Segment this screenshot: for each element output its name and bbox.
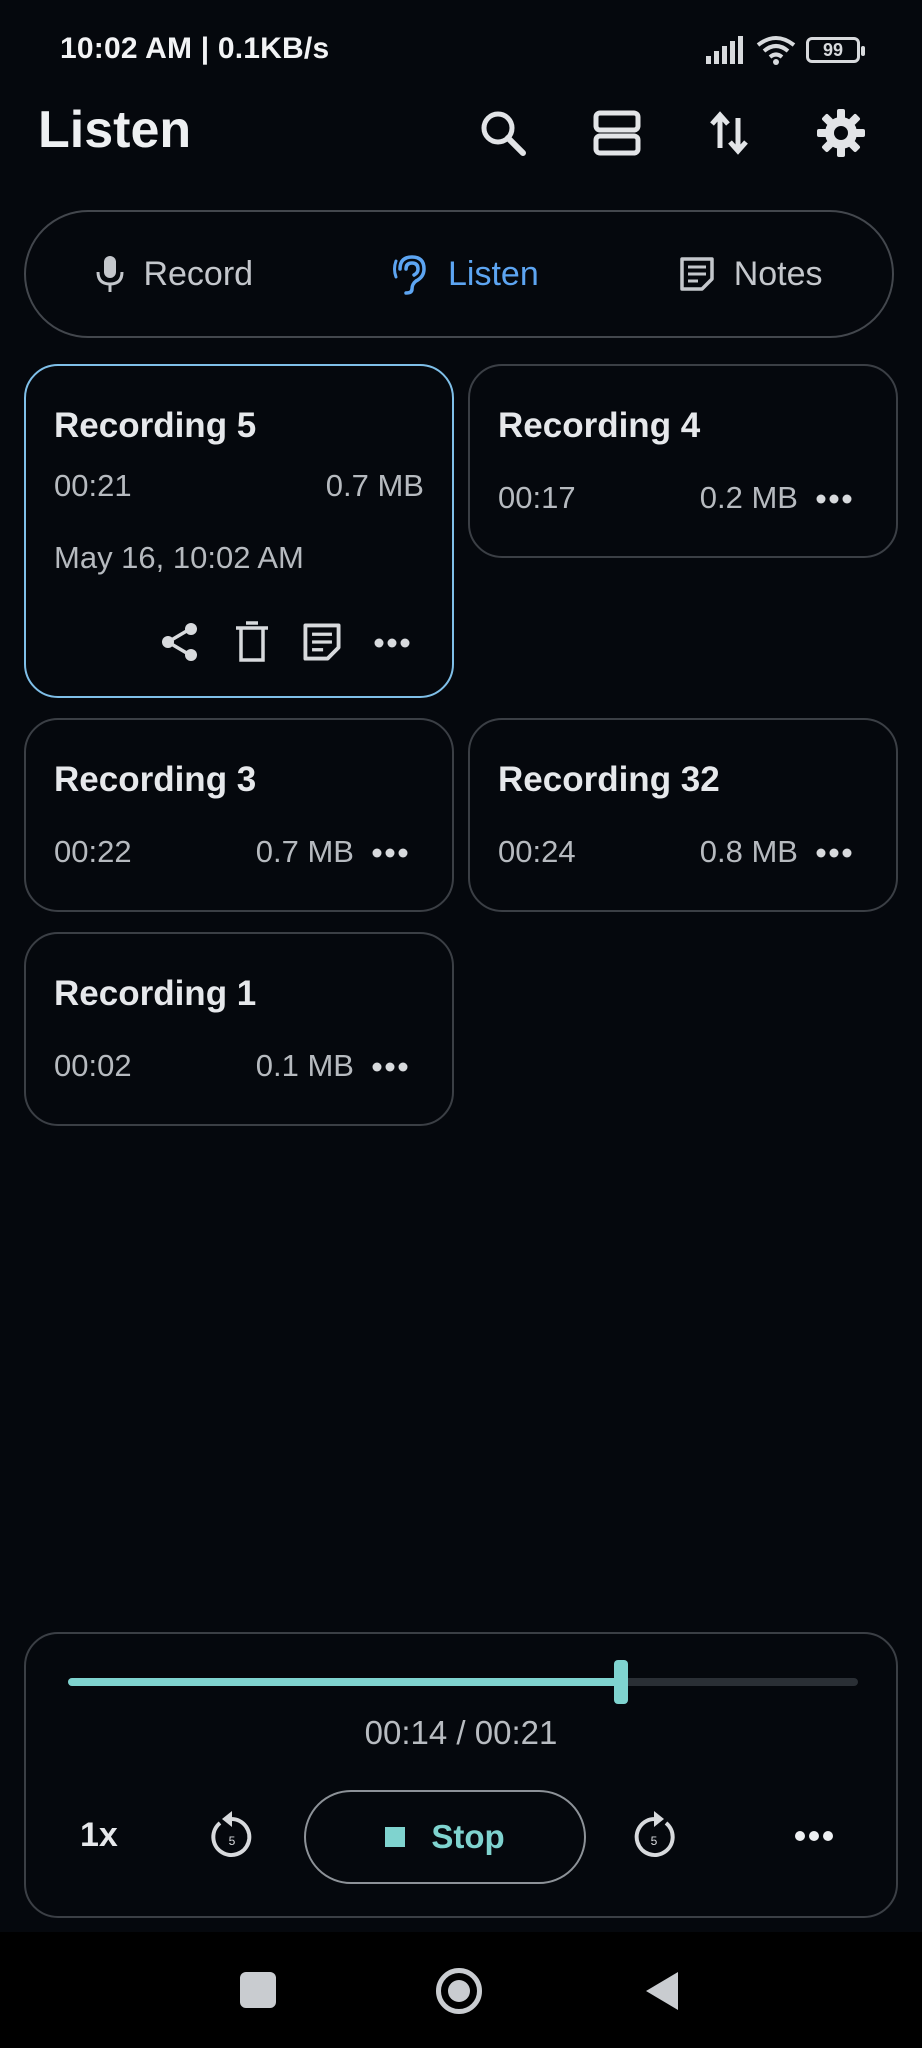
recording-card[interactable]: Recording 1 00:02 0.1 MB xyxy=(24,932,454,1126)
recording-card[interactable]: Recording 32 00:24 0.8 MB xyxy=(468,718,898,912)
recording-size: 0.7 MB xyxy=(255,834,354,869)
tab-record-label: Record xyxy=(143,254,254,293)
tab-notes[interactable]: Notes xyxy=(678,255,823,294)
recording-title: Recording 5 xyxy=(54,406,257,445)
recording-size: 0.7 MB xyxy=(325,468,424,503)
more-horiz-icon xyxy=(816,848,852,858)
settings-icon xyxy=(817,109,865,157)
sort-button[interactable] xyxy=(694,98,764,168)
recording-title: Recording 1 xyxy=(54,974,257,1013)
recording-size: 0.2 MB xyxy=(699,480,798,515)
rewind-seconds: 5 xyxy=(229,1834,236,1848)
battery-level: 99 xyxy=(822,39,844,60)
more-horiz-icon xyxy=(795,1831,833,1841)
trash-icon xyxy=(236,621,268,662)
player-more-button[interactable] xyxy=(784,1806,844,1866)
share-icon xyxy=(162,623,197,661)
back-icon[interactable] xyxy=(644,1970,680,2012)
system-nav-bar xyxy=(0,1932,922,2048)
settings-button[interactable] xyxy=(806,98,876,168)
recording-card[interactable]: Recording 4 00:17 0.2 MB xyxy=(468,364,898,558)
status-time: 10:02 AM | 0.1KB/s xyxy=(60,32,330,65)
sort-icon xyxy=(710,111,748,155)
recording-duration: 00:24 xyxy=(498,834,576,869)
stop-button[interactable]: Stop xyxy=(304,1790,586,1884)
more-horiz-icon xyxy=(372,1062,408,1072)
share-button[interactable] xyxy=(156,618,204,666)
stop-label: Stop xyxy=(431,1818,505,1855)
notes-icon xyxy=(679,257,714,291)
recording-size: 0.1 MB xyxy=(255,1048,354,1083)
tab-record[interactable]: Record xyxy=(95,254,253,294)
rewind-button[interactable]: 5 xyxy=(202,1806,262,1866)
recording-duration: 00:17 xyxy=(498,480,576,515)
tab-listen-label: Listen xyxy=(448,254,539,293)
note-icon xyxy=(303,623,341,661)
playback-time: 00:14 / 00:21 xyxy=(364,1714,558,1751)
recording-size: 0.8 MB xyxy=(699,834,798,869)
ear-icon xyxy=(393,255,426,295)
more-button[interactable] xyxy=(370,838,410,868)
battery-icon: 99 xyxy=(806,37,865,63)
seek-bar[interactable] xyxy=(68,1660,858,1704)
search-icon xyxy=(481,111,526,156)
page-title: Listen xyxy=(38,101,192,159)
view-layout-button[interactable] xyxy=(582,98,652,168)
more-horiz-icon xyxy=(372,848,408,858)
more-horiz-icon xyxy=(816,494,852,504)
mic-icon xyxy=(96,256,124,292)
seek-bar-progress xyxy=(68,1678,621,1686)
search-button[interactable] xyxy=(468,98,538,168)
delete-button[interactable] xyxy=(228,618,276,666)
mode-tabs: Record Listen Notes xyxy=(24,210,894,338)
recording-duration: 00:22 xyxy=(54,834,132,869)
recording-duration: 00:21 xyxy=(54,468,132,503)
recording-title: Recording 3 xyxy=(54,760,257,799)
status-icons: 99 xyxy=(706,34,865,66)
recording-card[interactable]: Recording 3 00:22 0.7 MB xyxy=(24,718,454,912)
forward-button[interactable]: 5 xyxy=(624,1806,684,1866)
signal-icon xyxy=(706,36,743,64)
more-button[interactable] xyxy=(814,838,854,868)
recording-date: May 16, 10:02 AM xyxy=(54,540,304,575)
note-button[interactable] xyxy=(298,618,346,666)
player-panel: 00:14 / 00:21 1x 5 Stop 5 xyxy=(24,1632,898,1918)
view-layout-icon xyxy=(593,110,641,156)
forward-seconds: 5 xyxy=(651,1834,658,1848)
more-button[interactable] xyxy=(814,484,854,514)
speed-button[interactable]: 1x xyxy=(80,1816,118,1855)
wifi-icon xyxy=(756,36,796,65)
stop-icon xyxy=(385,1827,406,1847)
more-button[interactable] xyxy=(372,628,412,658)
forward-5-icon: 5 xyxy=(634,1811,675,1857)
recording-duration: 00:02 xyxy=(54,1048,132,1083)
recents-icon[interactable] xyxy=(240,1972,276,2008)
more-button[interactable] xyxy=(370,1052,410,1082)
tab-listen[interactable]: Listen xyxy=(392,253,539,295)
seek-bar-thumb[interactable] xyxy=(614,1660,628,1704)
tab-notes-label: Notes xyxy=(733,254,823,293)
replay-5-icon: 5 xyxy=(211,1811,252,1857)
home-icon[interactable] xyxy=(436,1968,482,2014)
recording-title: Recording 32 xyxy=(498,760,720,799)
recording-title: Recording 4 xyxy=(498,406,701,445)
recording-card[interactable]: Recording 5 00:21 0.7 MB May 16, 10:02 A… xyxy=(24,364,454,698)
more-horiz-icon xyxy=(374,638,410,648)
